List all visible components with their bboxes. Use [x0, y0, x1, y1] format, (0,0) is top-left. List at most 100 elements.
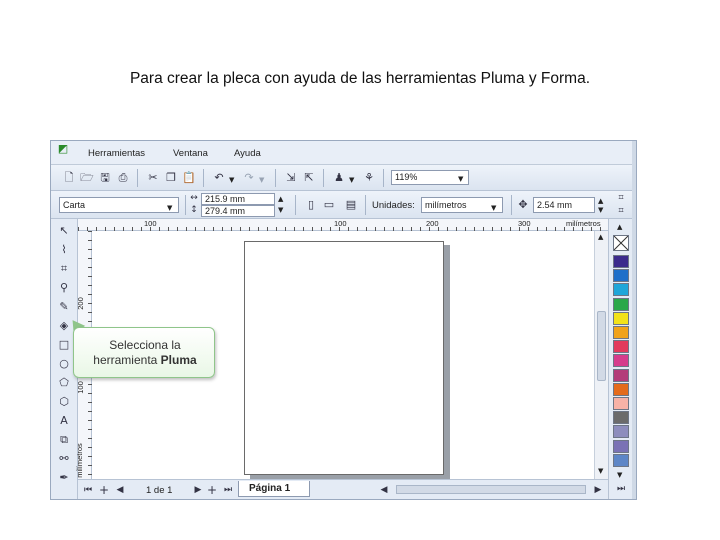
outline-pen-icon[interactable]: ✒ — [56, 470, 72, 486]
coreldraw-screenshot: ◩ Herramientas Ventana Ayuda 🗋 🗁 🖫 ⎙ ✂ ❐… — [50, 140, 637, 500]
palette-swatch[interactable] — [613, 411, 629, 425]
horizontal-scroll-thumb[interactable] — [396, 485, 586, 494]
tab-pagina-1[interactable]: Página 1 — [238, 481, 310, 497]
zoom-level-select[interactable]: 119% ▼ — [391, 170, 469, 185]
palette-swatch[interactable] — [613, 283, 629, 297]
new-document-icon[interactable]: 🗋 — [61, 170, 77, 186]
portrait-icon[interactable]: ▯ — [303, 197, 319, 213]
redo-dropdown-icon[interactable]: ▼ — [259, 176, 264, 184]
nudge-distance-field[interactable]: 2.54 mm — [533, 197, 595, 213]
ruler-h-tick-100: 100 — [334, 219, 347, 228]
export-icon[interactable]: ⇱ — [301, 170, 317, 186]
palette-swatch[interactable] — [613, 439, 629, 453]
palette-swatch[interactable] — [613, 382, 629, 396]
palette-swatch[interactable] — [613, 425, 629, 439]
page-height-field[interactable]: 279.4 mm — [201, 205, 275, 217]
page-count: 1 de 1 — [146, 485, 173, 496]
rectangle-tool-icon[interactable]: □ — [56, 337, 72, 353]
palette-swatch[interactable] — [613, 368, 629, 382]
ruler-h-tick-neg100: 100 — [144, 219, 157, 228]
launcher-dropdown-icon[interactable]: ▼ — [349, 176, 354, 184]
units-label: Unidades: — [372, 200, 415, 211]
nudge-icon: ✥ — [518, 198, 528, 211]
undo-dropdown-icon[interactable]: ▼ — [229, 176, 234, 184]
page-width-field[interactable]: 215.9 mm — [201, 193, 275, 205]
shape-tool-icon[interactable]: ⌇ — [56, 242, 72, 258]
redo-icon[interactable]: ↷ — [241, 170, 257, 186]
save-icon[interactable]: 🖫 — [97, 170, 113, 186]
basic-shapes-icon[interactable]: ⬡ — [56, 394, 72, 410]
interactive-blend-icon[interactable]: ⧉ — [56, 432, 72, 448]
no-color-swatch[interactable] — [613, 235, 629, 251]
page-sheet[interactable] — [244, 241, 444, 475]
open-folder-icon[interactable]: 🗁 — [79, 170, 95, 186]
page-height-spinner-icon[interactable]: ▼ — [278, 206, 283, 214]
ruler-h-tick-200: 200 — [426, 219, 439, 228]
prev-page-icon[interactable]: ◀ — [112, 482, 128, 498]
undo-icon[interactable]: ↶ — [211, 170, 227, 186]
cut-icon[interactable]: ✂ — [145, 170, 161, 186]
pick-tool-icon[interactable]: ↖ — [56, 223, 72, 239]
import-icon[interactable]: ⇲ — [283, 170, 299, 186]
units-value: milímetros — [425, 200, 467, 210]
vertical-scroll-thumb[interactable] — [597, 311, 606, 381]
vertical-scrollbar[interactable]: ▲ ▼ — [594, 231, 608, 479]
menu-herramientas[interactable]: Herramientas — [88, 148, 145, 159]
landscape-icon[interactable]: ▭ — [321, 197, 337, 213]
palette-swatch[interactable] — [613, 354, 629, 368]
palette-swatch[interactable] — [613, 326, 629, 339]
paper-size-dropdown-icon: ▼ — [167, 204, 173, 212]
welcome-screen-icon[interactable]: ⚘ — [361, 170, 377, 186]
add-page-after-icon[interactable]: + — [204, 482, 220, 498]
page-width-icon: ↔ — [190, 193, 198, 203]
window-edge — [632, 141, 636, 499]
palette-scroll-up-icon[interactable]: ▲ — [617, 223, 622, 231]
horizontal-ruler: 100 100 200 300 milímetros — [78, 219, 608, 231]
menu-bar: ◩ Herramientas Ventana Ayuda — [51, 141, 636, 165]
text-tool-icon[interactable]: A — [56, 413, 72, 429]
add-page-before-icon[interactable]: + — [96, 482, 112, 498]
zoom-tool-icon[interactable]: ⚲ — [56, 280, 72, 296]
eyedropper-icon[interactable]: ⚯ — [56, 451, 72, 467]
scroll-down-icon[interactable]: ▼ — [598, 467, 603, 475]
units-select[interactable]: milímetros ▼ — [421, 197, 503, 213]
application-launcher-icon[interactable]: ♟ — [331, 170, 347, 186]
nudge-spinner-down-icon[interactable]: ▼ — [598, 206, 603, 214]
ruler-h-tick-300: 300 — [518, 219, 531, 228]
palette-swatch[interactable] — [613, 255, 629, 268]
page-layout-icon[interactable]: ▤ — [343, 197, 359, 213]
crop-tool-icon[interactable]: ⌗ — [56, 261, 72, 277]
callout-tool-name: Pluma — [160, 353, 197, 367]
palette-swatch[interactable] — [613, 311, 629, 325]
palette-swatch[interactable] — [613, 340, 629, 354]
print-icon[interactable]: ⎙ — [115, 170, 131, 186]
palette-swatch[interactable] — [613, 453, 629, 467]
color-palette: ▲ ▼ ⏭ — [608, 219, 632, 499]
paper-size-select[interactable]: Carta ▼ — [59, 197, 179, 213]
document-navigator: ⏮ + ◀ 1 de 1 ▶ + ⏭ Página 1 ◀ ▶ — [78, 479, 608, 499]
palette-swatch[interactable] — [613, 297, 629, 311]
palette-swatch[interactable] — [613, 397, 629, 410]
menu-ayuda[interactable]: Ayuda — [234, 148, 261, 159]
scroll-left-icon[interactable]: ◀ — [376, 482, 392, 498]
instruction-callout: Selecciona la herramienta Pluma — [73, 327, 215, 378]
ruler-v-tick-100: 100 — [75, 381, 85, 394]
freehand-tool-icon[interactable]: ✎ — [56, 299, 72, 315]
page-width-spinner-icon[interactable]: ▲ — [278, 195, 283, 203]
last-page-icon[interactable]: ⏭ — [220, 482, 236, 498]
palette-scroll-down-icon[interactable]: ▼ — [617, 471, 622, 479]
tab-pagina-1-label: Página 1 — [249, 483, 291, 494]
palette-swatch[interactable] — [613, 269, 629, 283]
paste-icon[interactable]: 📋 — [181, 170, 197, 186]
menu-ventana[interactable]: Ventana — [173, 148, 208, 159]
first-page-icon[interactable]: ⏮ — [80, 482, 96, 498]
nudge-spinner-up-icon[interactable]: ▲ — [598, 197, 603, 205]
standard-toolbar: 🗋 🗁 🖫 ⎙ ✂ ❐ 📋 ↶ ▼ ↷ ▼ ⇲ ⇱ ♟ ▼ ⚘ 119% ▼ — [51, 165, 636, 191]
scroll-right-icon[interactable]: ▶ — [590, 482, 606, 498]
ellipse-tool-icon[interactable]: ○ — [56, 356, 72, 372]
zoom-level-value: 119% — [395, 172, 418, 182]
palette-expand-icon[interactable]: ⏭ — [613, 481, 629, 497]
scroll-up-icon[interactable]: ▲ — [598, 233, 603, 241]
polygon-tool-icon[interactable]: ⬠ — [56, 375, 72, 391]
copy-icon[interactable]: ❐ — [163, 170, 179, 186]
